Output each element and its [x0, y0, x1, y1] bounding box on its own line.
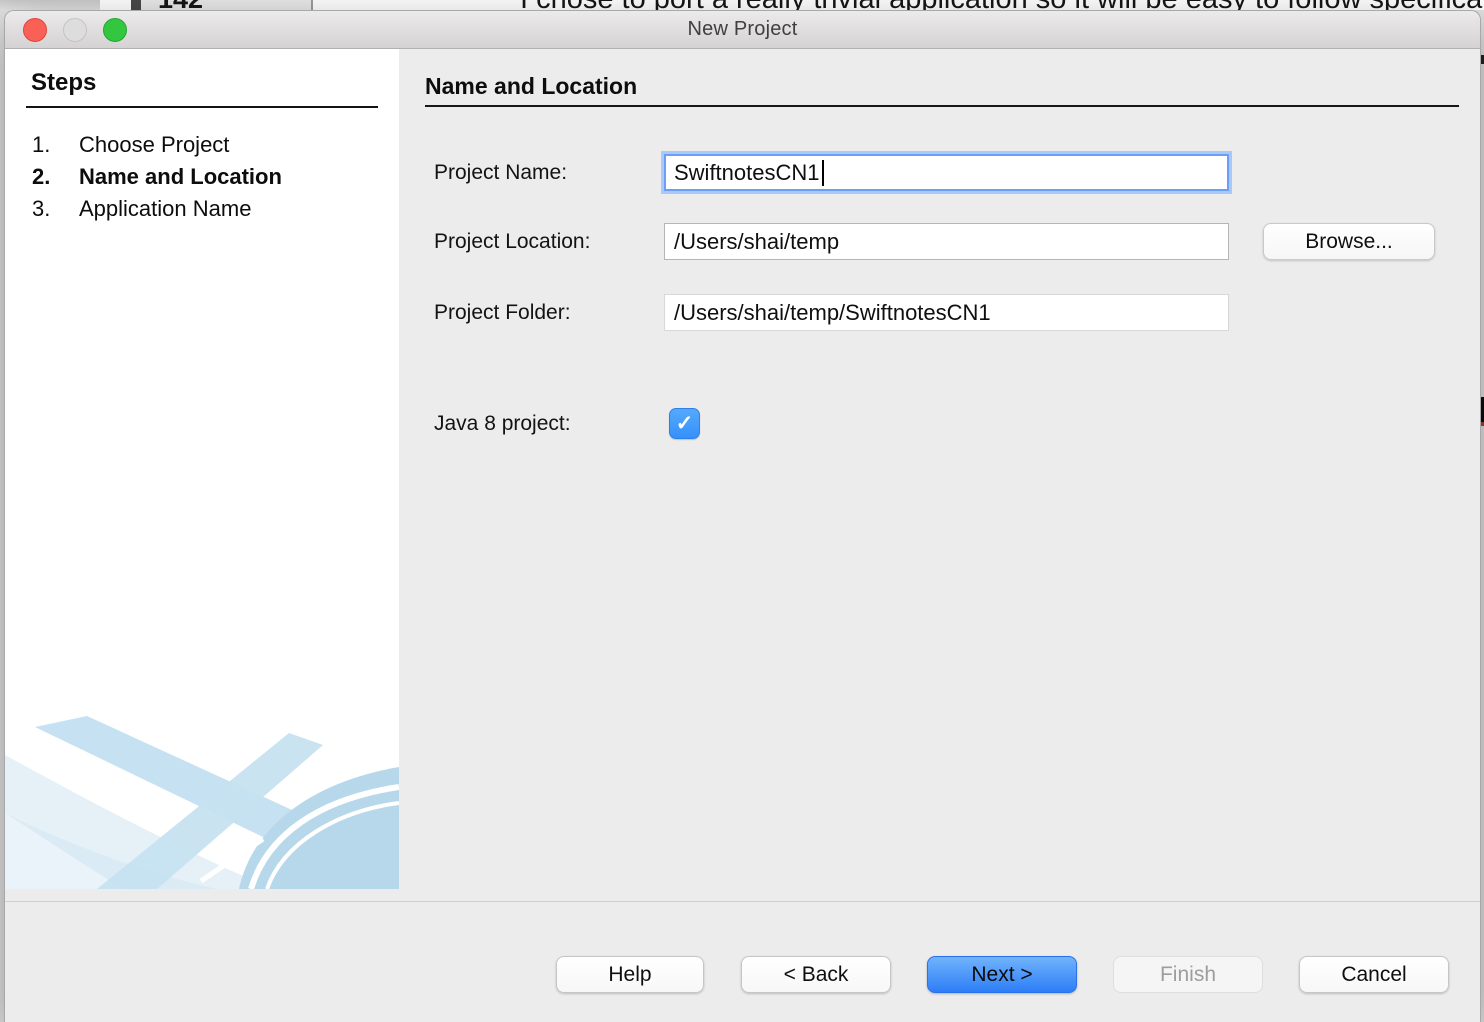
back-button-label: < Back: [784, 963, 849, 987]
cancel-button-label: Cancel: [1341, 963, 1406, 987]
minimize-button: [63, 18, 87, 42]
step-application-name: 3. Application Name: [32, 193, 282, 225]
step-name-and-location: 2. Name and Location: [32, 161, 282, 193]
background-gutter: [0, 0, 100, 10]
close-button[interactable]: [23, 18, 47, 42]
project-name-label: Project Name:: [434, 154, 567, 191]
step-number: 3.: [32, 196, 79, 222]
project-location-label: Project Location:: [434, 223, 590, 260]
zoom-button[interactable]: [103, 18, 127, 42]
step-label: Application Name: [79, 196, 251, 222]
back-button[interactable]: < Back: [741, 956, 891, 993]
step-number: 2.: [32, 164, 79, 190]
next-button[interactable]: Next >: [927, 956, 1077, 993]
help-button[interactable]: Help: [556, 956, 704, 993]
background-partial-text: I chose to port a really trivial applica…: [520, 0, 1484, 10]
name-and-location-panel: Name and Location Project Name: Swiftnot…: [399, 49, 1481, 889]
project-location-input[interactable]: [664, 223, 1229, 260]
background-window-sliver: 142 I chose to port a really trivial app…: [0, 0, 1484, 10]
traffic-lights: [23, 18, 127, 42]
checkmark-icon: ✓: [676, 411, 694, 436]
project-name-input[interactable]: SwiftnotesCN1: [664, 154, 1229, 191]
step-label: Name and Location: [79, 164, 282, 190]
project-folder-label: Project Folder:: [434, 294, 571, 331]
panel-heading: Name and Location: [425, 73, 637, 100]
java8-project-label: Java 8 project:: [434, 408, 571, 439]
new-project-dialog: New Project Steps 1. Choose Project 2. N…: [4, 10, 1481, 1022]
background-scroll-marker: [131, 0, 141, 10]
titlebar[interactable]: New Project: [5, 11, 1480, 49]
background-gutter-divider: [311, 0, 313, 10]
text-cursor: [822, 160, 824, 186]
window-title: New Project: [5, 11, 1480, 48]
steps-heading-rule: [26, 106, 378, 108]
dialog-body: Steps 1. Choose Project 2. Name and Loca…: [5, 49, 1480, 1022]
java8-checkbox[interactable]: ✓: [669, 408, 700, 439]
project-name-value: SwiftnotesCN1: [674, 160, 820, 186]
footer-divider: [5, 901, 1480, 902]
step-choose-project: 1. Choose Project: [32, 129, 282, 161]
netbeans-swoosh-graphic: [5, 713, 399, 889]
steps-heading: Steps: [31, 69, 96, 97]
background-line-number: 142: [158, 0, 203, 10]
finish-button-label: Finish: [1160, 963, 1216, 987]
browse-button-label: Browse...: [1305, 230, 1393, 254]
steps-list: 1. Choose Project 2. Name and Location 3…: [32, 129, 282, 225]
panel-heading-rule: [425, 105, 1459, 107]
step-number: 1.: [32, 132, 79, 158]
next-button-label: Next >: [971, 963, 1032, 987]
cancel-button[interactable]: Cancel: [1299, 956, 1449, 993]
step-label: Choose Project: [79, 132, 229, 158]
browse-button[interactable]: Browse...: [1263, 223, 1435, 260]
help-button-label: Help: [608, 963, 651, 987]
steps-panel: Steps 1. Choose Project 2. Name and Loca…: [5, 49, 399, 889]
project-folder-input[interactable]: [664, 294, 1229, 331]
finish-button[interactable]: Finish: [1113, 956, 1263, 993]
